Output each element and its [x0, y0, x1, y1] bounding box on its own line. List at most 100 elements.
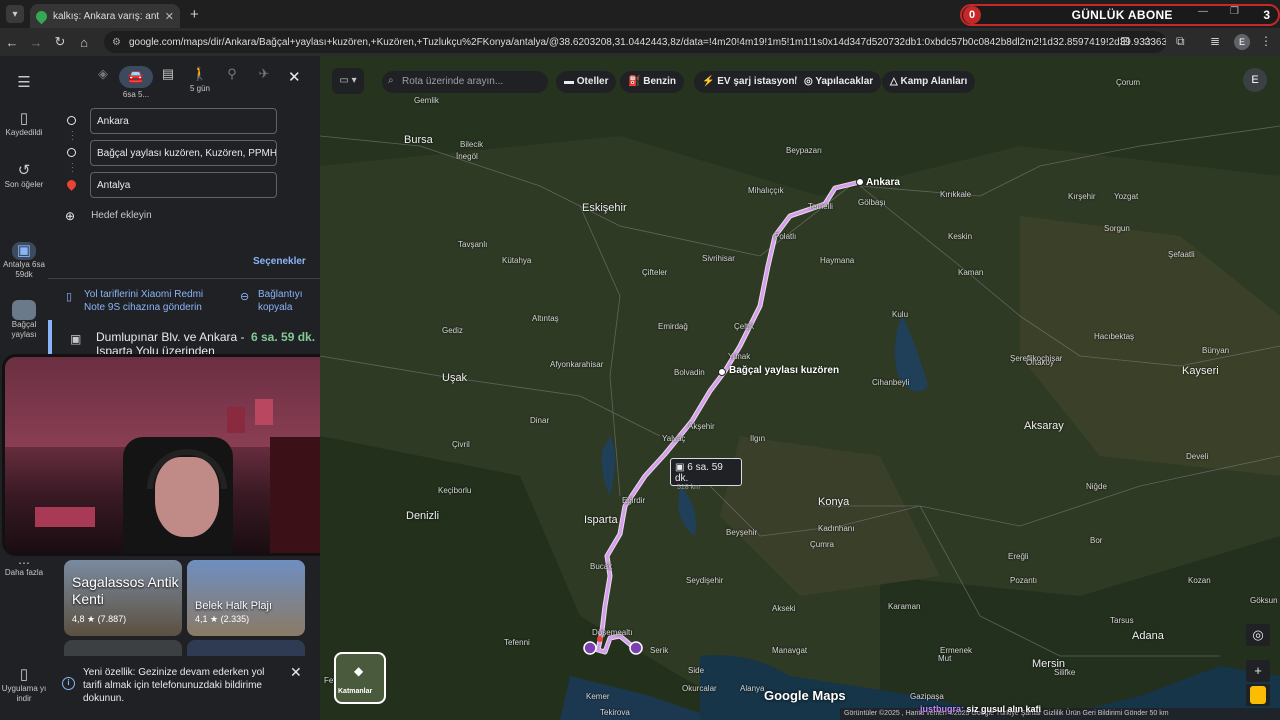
map-place-label[interactable]: Çifteler — [642, 268, 667, 277]
map-place-label[interactable]: Göksun — [1250, 596, 1278, 605]
map-place-label[interactable]: Denizli — [406, 510, 439, 522]
map-place-label[interactable]: Mihalıççık — [748, 186, 784, 195]
map-place-label[interactable]: Ereğli — [1008, 552, 1028, 561]
map-place-label[interactable]: Bursa — [404, 134, 433, 146]
map-place-label[interactable]: Gazipaşa — [910, 692, 944, 701]
map-place-label[interactable]: Gediz — [442, 326, 463, 335]
map-place-label[interactable]: Kulu — [892, 310, 908, 319]
new-tab-button[interactable]: + — [190, 6, 199, 23]
map-place-label[interactable]: Karaman — [888, 602, 920, 611]
my-location-button[interactable]: ◎ — [1246, 624, 1270, 646]
map-place-label[interactable]: Kemer — [586, 692, 610, 701]
map-place-label[interactable]: Serik — [650, 646, 668, 655]
map-place-label[interactable]: Manavgat — [772, 646, 807, 655]
chip-campgrounds[interactable]: △ Kamp Alanları — [882, 71, 976, 93]
map-place-label[interactable]: Sorgun — [1104, 224, 1130, 233]
map-layer-toggle[interactable]: ▭ ▾ — [332, 68, 364, 94]
map-place-label[interactable]: Tarsus — [1110, 616, 1134, 625]
map-place-label[interactable]: Eskişehir — [582, 202, 627, 214]
map-place-label[interactable]: Adana — [1132, 630, 1164, 642]
map-place-label[interactable]: Ilgın — [750, 434, 765, 443]
map-place-label[interactable]: Kozan — [1188, 576, 1211, 585]
map-place-label[interactable]: Mut — [938, 654, 951, 663]
map-place-label[interactable]: Bünyan — [1202, 346, 1229, 355]
map-place-label[interactable]: Sivrihisar — [702, 254, 735, 263]
map-place-label[interactable]: Temelli — [808, 202, 833, 211]
map-place-label[interactable]: Niğde — [1086, 482, 1107, 491]
map-place-label[interactable]: Cihanbeyli — [872, 378, 909, 387]
map-place-label[interactable]: İnegöl — [456, 152, 478, 161]
reload-icon[interactable]: ↻ — [48, 34, 72, 50]
account-avatar[interactable]: E — [1243, 68, 1267, 92]
chip-things-to-do[interactable]: ◎ Yapılacaklar — [796, 71, 882, 93]
map-place-label[interactable]: Yozgat — [1114, 192, 1138, 201]
map-place-label[interactable]: Kırıkkale — [940, 190, 971, 199]
map-place-label[interactable]: Kadınhanı — [818, 524, 854, 533]
mode-best[interactable]: ◈ — [86, 66, 120, 82]
map-place-label[interactable]: Altıntaş — [532, 314, 559, 323]
options-button[interactable]: Seçenekler — [253, 256, 306, 267]
forward-icon[interactable]: → — [24, 35, 48, 50]
map-place-label[interactable]: Konya — [818, 496, 849, 508]
destination-input[interactable]: Antalya — [90, 172, 277, 198]
map-place-label[interactable]: Kaman — [958, 268, 983, 277]
map-place-label[interactable]: Polatlı — [774, 232, 796, 241]
map-place-label[interactable]: Kayseri — [1182, 365, 1219, 377]
stop-input[interactable]: Bağçal yaylası kuzören, Kuzören, PPMH+ — [90, 140, 277, 166]
chip-gas[interactable]: ⛽ Benzin — [620, 71, 685, 93]
layers-button[interactable]: ◆ Katmanlar — [334, 652, 386, 704]
map-place-label[interactable]: Develi — [1186, 452, 1208, 461]
map-place-label[interactable]: Kırşehir — [1068, 192, 1096, 201]
home-icon[interactable]: ⌂ — [72, 35, 96, 50]
map-place-label[interactable]: Uşak — [442, 372, 467, 384]
browser-tab[interactable]: kalkış: Ankara varış: antalya - Go ✕ — [30, 4, 180, 28]
map-place-label[interactable]: Alanya — [740, 684, 764, 693]
rail-route[interactable]: ▣ Antalya 6sa 59dk — [0, 242, 48, 280]
map-place-label[interactable]: Side — [688, 666, 704, 675]
map-place-label[interactable]: Silifke — [1054, 668, 1075, 677]
mode-transit[interactable]: ▤ — [151, 66, 185, 82]
zoom-in-button[interactable]: + — [1246, 660, 1270, 682]
map-place-label[interactable]: Tekirova — [600, 708, 630, 717]
origin-input[interactable]: Ankara — [90, 108, 277, 134]
route-search-input[interactable]: ⌕ Rota üzerinde arayın... — [382, 71, 548, 93]
map-place-label[interactable]: Bilecik — [460, 140, 483, 149]
rail-place[interactable]: Bağçal yaylası — [0, 300, 48, 340]
tab-search-button[interactable]: ▾ — [6, 5, 24, 23]
map-place-label[interactable]: Afyonkarahisar — [550, 360, 603, 369]
map-place-label[interactable]: Akseki — [772, 604, 796, 613]
site-info-icon[interactable]: ⚙ — [112, 37, 121, 48]
place-card[interactable]: Belek Halk Plajı 4,1 ★ (2.335) — [187, 560, 305, 636]
map-place-label[interactable]: Akşehir — [688, 422, 715, 431]
minimize-icon[interactable]: — — [1198, 6, 1208, 17]
chip-hotels[interactable]: ▬ Oteller — [556, 71, 617, 93]
mode-flight[interactable]: ✈ — [247, 66, 281, 82]
map-place-label[interactable]: Emirdağ — [658, 322, 688, 331]
map-place-label[interactable]: Yalvaç — [662, 434, 685, 443]
close-tab-icon[interactable]: ✕ — [165, 10, 174, 23]
install-icon[interactable]: ⊡ — [1120, 34, 1130, 48]
route-option[interactable]: ▣ Dumlupınar Blv. ve Ankara - Isparta Yo… — [48, 320, 320, 358]
address-bar[interactable]: ⚙ google.com/maps/dir/Ankara/Bağçal+yayl… — [104, 31, 1166, 53]
mode-walking[interactable]: 🚶 5 gün — [183, 66, 217, 93]
map-place-label[interactable]: Dinar — [530, 416, 549, 425]
map-place-label[interactable]: Beyşehir — [726, 528, 757, 537]
map-place-label[interactable]: Çivril — [452, 440, 470, 449]
map-place-label[interactable]: Okurcalar — [682, 684, 717, 693]
map-place-label[interactable]: Gemlik — [414, 96, 439, 105]
map-place-label[interactable]: Seydişehir — [686, 576, 723, 585]
map-place-label[interactable]: Kütahya — [502, 256, 531, 265]
map-place-label[interactable]: Çumra — [810, 540, 834, 549]
mode-cycling[interactable]: ⚲ — [215, 66, 249, 82]
mode-driving[interactable]: 🚘 6sa 5... — [119, 66, 153, 99]
rail-saved[interactable]: ▯ Kaydedildi — [0, 110, 48, 138]
bookmark-star-icon[interactable]: ☆ — [1142, 34, 1153, 48]
add-destination-button[interactable]: ⊕ Hedef ekleyin — [65, 209, 152, 223]
maximize-icon[interactable]: ❐ — [1230, 6, 1239, 17]
extensions-icon[interactable]: ⧉ — [1176, 34, 1185, 49]
map-place-label[interactable]: Çorum — [1116, 78, 1140, 87]
map-place-label[interactable]: Gölbaşı — [858, 198, 886, 207]
map-place-label[interactable]: Bucak — [590, 562, 612, 571]
map-place-label[interactable]: Beypazarı — [786, 146, 822, 155]
send-to-phone-link[interactable]: ▯ Yol tariflerini Xiaomi Redmi Note 9S ci… — [66, 288, 206, 314]
